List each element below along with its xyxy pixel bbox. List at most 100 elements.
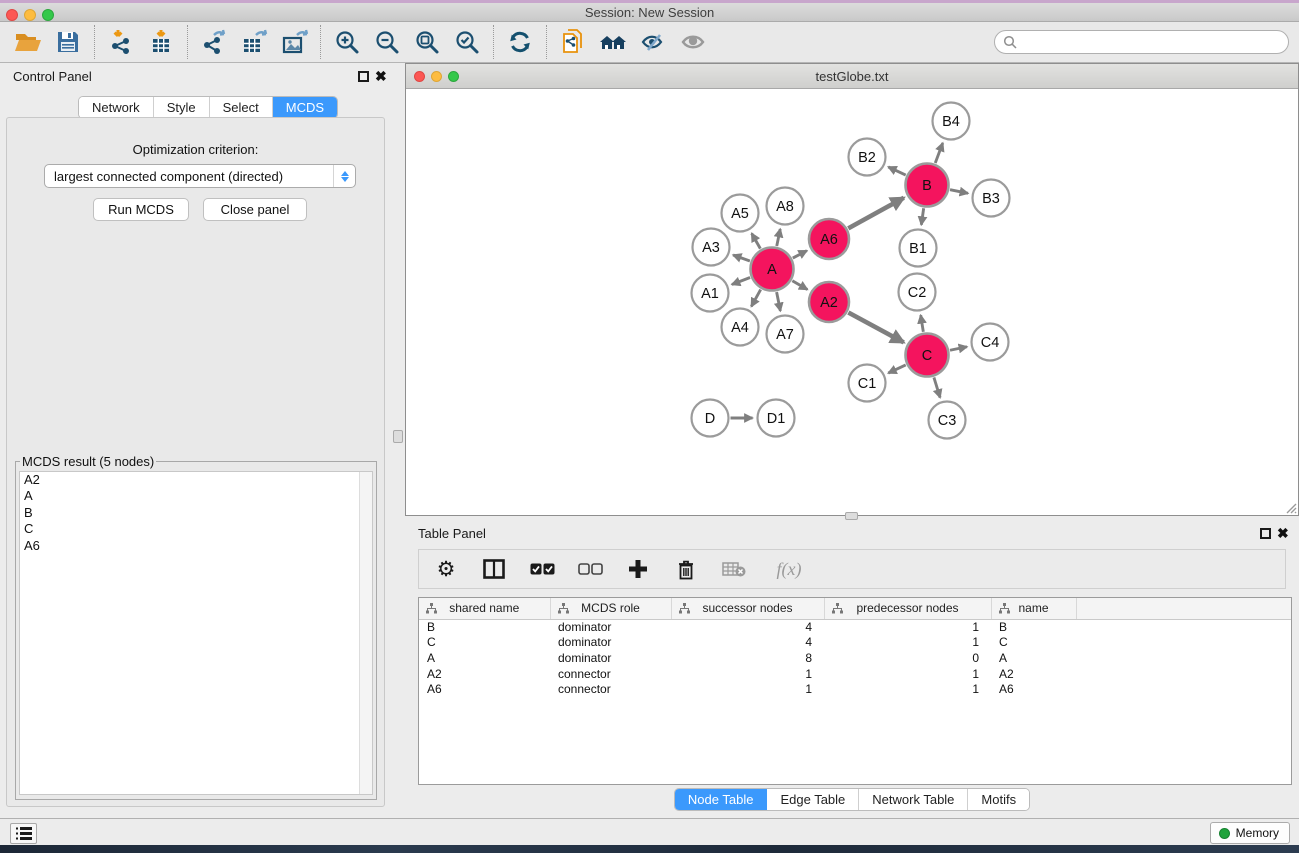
cell-MCDS-role[interactable]: connector bbox=[550, 666, 671, 682]
cell-name[interactable]: B bbox=[991, 619, 1076, 635]
home-networks-button[interactable] bbox=[593, 25, 633, 59]
zoom-fit-button[interactable] bbox=[407, 25, 447, 59]
zoom-selected-button[interactable] bbox=[447, 25, 487, 59]
cell-name[interactable]: A6 bbox=[991, 681, 1076, 697]
node-D[interactable]: D bbox=[692, 400, 729, 437]
cell-predecessor-nodes[interactable]: 1 bbox=[824, 619, 991, 635]
node-C1[interactable]: C1 bbox=[849, 365, 886, 402]
table-row[interactable]: Adominator80A bbox=[419, 650, 1291, 666]
edge-A-A5[interactable] bbox=[752, 233, 761, 248]
tab-node-table[interactable]: Node Table bbox=[675, 789, 768, 810]
tab-network-table[interactable]: Network Table bbox=[859, 789, 968, 810]
vertical-split-handle[interactable] bbox=[393, 430, 403, 443]
float-panel-icon[interactable] bbox=[358, 71, 369, 82]
cell-successor-nodes[interactable]: 4 bbox=[671, 635, 824, 651]
zoom-in-button[interactable] bbox=[327, 25, 367, 59]
tab-network[interactable]: Network bbox=[79, 97, 154, 118]
search-field[interactable] bbox=[994, 30, 1289, 54]
cell-successor-nodes[interactable]: 8 bbox=[671, 650, 824, 666]
result-list-item[interactable]: B bbox=[20, 505, 372, 521]
add-row-button[interactable] bbox=[625, 556, 651, 582]
node-B2[interactable]: B2 bbox=[849, 139, 886, 176]
open-session-button[interactable] bbox=[8, 25, 48, 59]
window-resize-grip[interactable] bbox=[1283, 500, 1297, 514]
column-header-name[interactable]: name bbox=[991, 598, 1076, 619]
close-panel-icon[interactable]: ✖ bbox=[1277, 525, 1289, 541]
tab-motifs[interactable]: Motifs bbox=[968, 789, 1029, 810]
edge-A-A3[interactable] bbox=[733, 255, 750, 261]
result-list-item[interactable]: A6 bbox=[20, 538, 372, 554]
delete-table-button[interactable] bbox=[721, 556, 747, 582]
result-list-item[interactable]: A2 bbox=[20, 472, 372, 488]
column-header-predecessor-nodes[interactable]: predecessor nodes bbox=[824, 598, 991, 619]
export-network-button[interactable] bbox=[194, 25, 234, 59]
cell-predecessor-nodes[interactable]: 1 bbox=[824, 666, 991, 682]
cell-MCDS-role[interactable]: dominator bbox=[550, 650, 671, 666]
edge-B-B2[interactable] bbox=[888, 167, 905, 175]
refresh-button[interactable] bbox=[500, 25, 540, 59]
horizontal-split-handle[interactable] bbox=[845, 512, 858, 520]
result-scrollbar[interactable] bbox=[359, 472, 372, 794]
mcds-result-list[interactable]: A2ABCA6 bbox=[19, 471, 373, 795]
result-list-item[interactable]: A bbox=[20, 488, 372, 504]
result-list-item[interactable]: C bbox=[20, 521, 372, 537]
edge-A-A2[interactable] bbox=[792, 281, 807, 290]
edge-B-B3[interactable] bbox=[950, 190, 968, 194]
cell-shared-name[interactable]: A6 bbox=[419, 681, 550, 697]
cell-MCDS-role[interactable]: connector bbox=[550, 681, 671, 697]
close-panel-button[interactable]: Close panel bbox=[203, 198, 307, 221]
close-panel-icon[interactable]: ✖ bbox=[375, 68, 387, 84]
tab-select[interactable]: Select bbox=[210, 97, 273, 118]
network-canvas[interactable]: B4B2BB3A8A5A6A3B1AA1C2A2A4A7C4CC1C3DD1 bbox=[406, 90, 1298, 515]
select-all-button[interactable] bbox=[529, 556, 555, 582]
delete-row-button[interactable] bbox=[673, 556, 699, 582]
edge-A-A4[interactable] bbox=[751, 290, 760, 307]
task-history-button[interactable] bbox=[10, 823, 37, 844]
edge-C-C1[interactable] bbox=[888, 365, 905, 373]
function-builder-button[interactable]: f(x) bbox=[769, 556, 809, 582]
node-D1[interactable]: D1 bbox=[758, 400, 795, 437]
column-header-successor-nodes[interactable]: successor nodes bbox=[671, 598, 824, 619]
import-network-button[interactable] bbox=[101, 25, 141, 59]
cell-name[interactable]: A bbox=[991, 650, 1076, 666]
cell-successor-nodes[interactable]: 1 bbox=[671, 681, 824, 697]
cell-shared-name[interactable]: B bbox=[419, 619, 550, 635]
node-B[interactable]: B bbox=[906, 164, 949, 207]
save-session-button[interactable] bbox=[48, 25, 88, 59]
memory-button[interactable]: Memory bbox=[1210, 822, 1290, 844]
node-B1[interactable]: B1 bbox=[900, 230, 937, 267]
cell-successor-nodes[interactable]: 4 bbox=[671, 619, 824, 635]
show-columns-button[interactable] bbox=[481, 556, 507, 582]
node-C3[interactable]: C3 bbox=[929, 402, 966, 439]
cell-MCDS-role[interactable]: dominator bbox=[550, 619, 671, 635]
cell-shared-name[interactable]: A2 bbox=[419, 666, 550, 682]
export-table-button[interactable] bbox=[234, 25, 274, 59]
node-A3[interactable]: A3 bbox=[693, 229, 730, 266]
cell-predecessor-nodes[interactable]: 1 bbox=[824, 635, 991, 651]
edge-C-C3[interactable] bbox=[934, 377, 940, 397]
node-A7[interactable]: A7 bbox=[767, 316, 804, 353]
table-row[interactable]: Bdominator41B bbox=[419, 619, 1291, 635]
node-B4[interactable]: B4 bbox=[933, 103, 970, 140]
tab-edge-table[interactable]: Edge Table bbox=[767, 789, 859, 810]
cell-successor-nodes[interactable]: 1 bbox=[671, 666, 824, 682]
edge-A2-C[interactable] bbox=[848, 312, 903, 342]
edge-B-B4[interactable] bbox=[935, 143, 942, 163]
cell-MCDS-role[interactable]: dominator bbox=[550, 635, 671, 651]
node-B3[interactable]: B3 bbox=[973, 180, 1010, 217]
node-C2[interactable]: C2 bbox=[899, 274, 936, 311]
export-image-button[interactable] bbox=[274, 25, 314, 59]
table-row[interactable]: A2connector11A2 bbox=[419, 666, 1291, 682]
column-header-MCDS-role[interactable]: MCDS role bbox=[550, 598, 671, 619]
node-A6[interactable]: A6 bbox=[809, 219, 849, 259]
show-eye-button[interactable] bbox=[673, 25, 713, 59]
table-settings-button[interactable]: ⚙ bbox=[433, 556, 459, 582]
edge-A-A7[interactable] bbox=[777, 292, 781, 311]
cell-predecessor-nodes[interactable]: 1 bbox=[824, 681, 991, 697]
column-header-shared-name[interactable]: shared name bbox=[419, 598, 550, 619]
search-input[interactable] bbox=[1017, 32, 1288, 52]
edge-C-C2[interactable] bbox=[921, 315, 924, 332]
edge-C-C4[interactable] bbox=[950, 347, 967, 351]
node-A[interactable]: A bbox=[751, 248, 794, 291]
node-C4[interactable]: C4 bbox=[972, 324, 1009, 361]
